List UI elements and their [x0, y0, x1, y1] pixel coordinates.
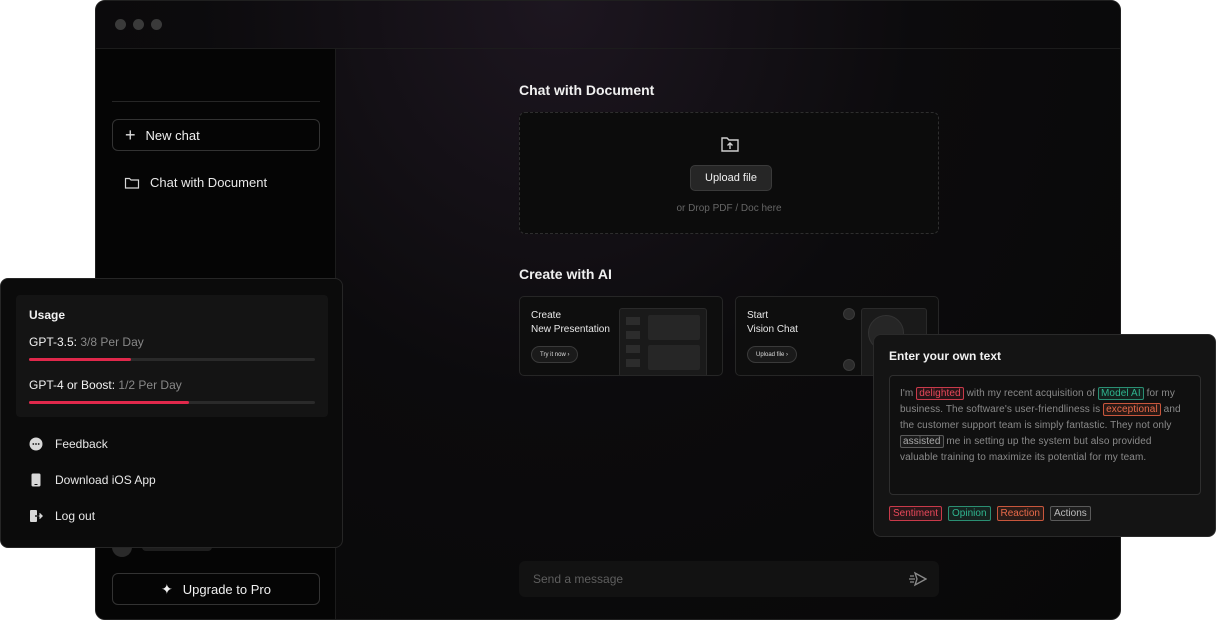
usage-progress-gpt4 — [29, 401, 315, 404]
log-out-menu-item[interactable]: Log out — [29, 509, 95, 523]
upload-file-button[interactable]: Upload file — [690, 165, 772, 191]
card-line2: New Presentation — [531, 324, 610, 335]
menu-item-label: Log out — [55, 509, 96, 523]
presentation-thumbnail — [619, 308, 707, 375]
usage-panel: Usage GPT-3.5: 3/8 Per Day GPT-4 or Boos… — [0, 278, 343, 548]
logout-icon — [29, 509, 43, 523]
highlight-sentiment: delighted — [916, 387, 964, 400]
highlight-actions: assisted — [900, 435, 944, 448]
send-icon[interactable] — [909, 571, 927, 587]
menu-item-label: Feedback — [55, 437, 108, 451]
usage-label: GPT-3.5: — [29, 335, 78, 349]
sparkle-icon: ✦ — [161, 580, 173, 597]
menu-item-label: Download iOS App — [55, 473, 156, 487]
usage-title: Usage — [29, 308, 66, 322]
card-line2: Vision Chat — [747, 324, 798, 335]
card-text: Create New Presentation — [531, 309, 610, 337]
usage-value: 3/8 Per Day — [80, 335, 144, 349]
tag-reaction[interactable]: Reaction — [996, 506, 1044, 521]
sidebar-item-label: Chat with Document — [150, 175, 268, 190]
title-bar — [96, 1, 1120, 49]
sidebar-item-chat-with-document[interactable]: Chat with Document — [124, 175, 267, 190]
usage-box: Usage GPT-3.5: 3/8 Per Day GPT-4 or Boos… — [16, 295, 328, 417]
usage-value: 1/2 Per Day — [118, 378, 182, 392]
window-maximize-dot[interactable] — [151, 19, 162, 30]
card-line1: Create — [531, 310, 562, 321]
highlight-reaction: exceptional — [1103, 403, 1161, 416]
tag-list: Sentiment Opinion Reaction Actions — [889, 506, 1091, 521]
usage-progress-gpt35 — [29, 358, 315, 361]
folder-upload-icon — [721, 137, 739, 152]
image-icon — [843, 359, 855, 371]
card-text: Start Vision Chat — [747, 309, 798, 337]
try-it-now-button[interactable]: Try it now › — [531, 346, 579, 363]
tag-opinion[interactable]: Opinion — [948, 506, 991, 521]
info-icon — [843, 308, 855, 320]
plus-icon: + — [125, 125, 136, 145]
own-text-title: Enter your own text — [889, 349, 1002, 363]
upload-file-pill-button[interactable]: Upload file › — [747, 346, 798, 363]
download-ios-app-menu-item[interactable]: Download iOS App — [29, 473, 156, 487]
tag-actions[interactable]: Actions — [1049, 506, 1091, 521]
card-line1: Start — [747, 310, 769, 321]
own-text-panel: Enter your own text I'm delighted with m… — [873, 334, 1216, 537]
usage-row-gpt4: GPT-4 or Boost: 1/2 Per Day — [29, 378, 182, 392]
tag-sentiment[interactable]: Sentiment — [889, 506, 943, 521]
window-close-dot[interactable] — [115, 19, 126, 30]
upgrade-label: Upgrade to Pro — [182, 581, 271, 597]
phone-icon — [29, 473, 43, 487]
create-presentation-card[interactable]: Create New Presentation Try it now › — [519, 296, 723, 376]
chat-bubble-icon — [29, 437, 43, 451]
feedback-menu-item[interactable]: Feedback — [29, 437, 108, 451]
message-input[interactable]: Send a message — [519, 561, 939, 597]
document-dropzone[interactable]: Upload file or Drop PDF / Doc here — [519, 112, 939, 234]
new-chat-button[interactable]: + New chat — [112, 119, 320, 151]
text-segment: I'm — [900, 388, 917, 399]
create-section-title: Create with AI — [519, 266, 612, 282]
new-chat-label: New chat — [145, 127, 200, 143]
usage-row-gpt35: GPT-3.5: 3/8 Per Day — [29, 335, 144, 349]
own-text-input[interactable]: I'm delighted with my recent acquisition… — [889, 375, 1201, 495]
folder-icon — [124, 177, 140, 189]
usage-label: GPT-4 or Boost: — [29, 378, 116, 392]
window-minimize-dot[interactable] — [133, 19, 144, 30]
text-segment: with my recent acquisition of — [963, 388, 1098, 399]
doc-section-title: Chat with Document — [519, 82, 655, 98]
sidebar-divider — [112, 101, 320, 102]
drop-hint: or Drop PDF / Doc here — [676, 203, 782, 214]
highlight-opinion: Model AI — [1097, 387, 1144, 400]
message-placeholder: Send a message — [533, 572, 624, 586]
upgrade-to-pro-button[interactable]: ✦ Upgrade to Pro — [112, 573, 320, 605]
